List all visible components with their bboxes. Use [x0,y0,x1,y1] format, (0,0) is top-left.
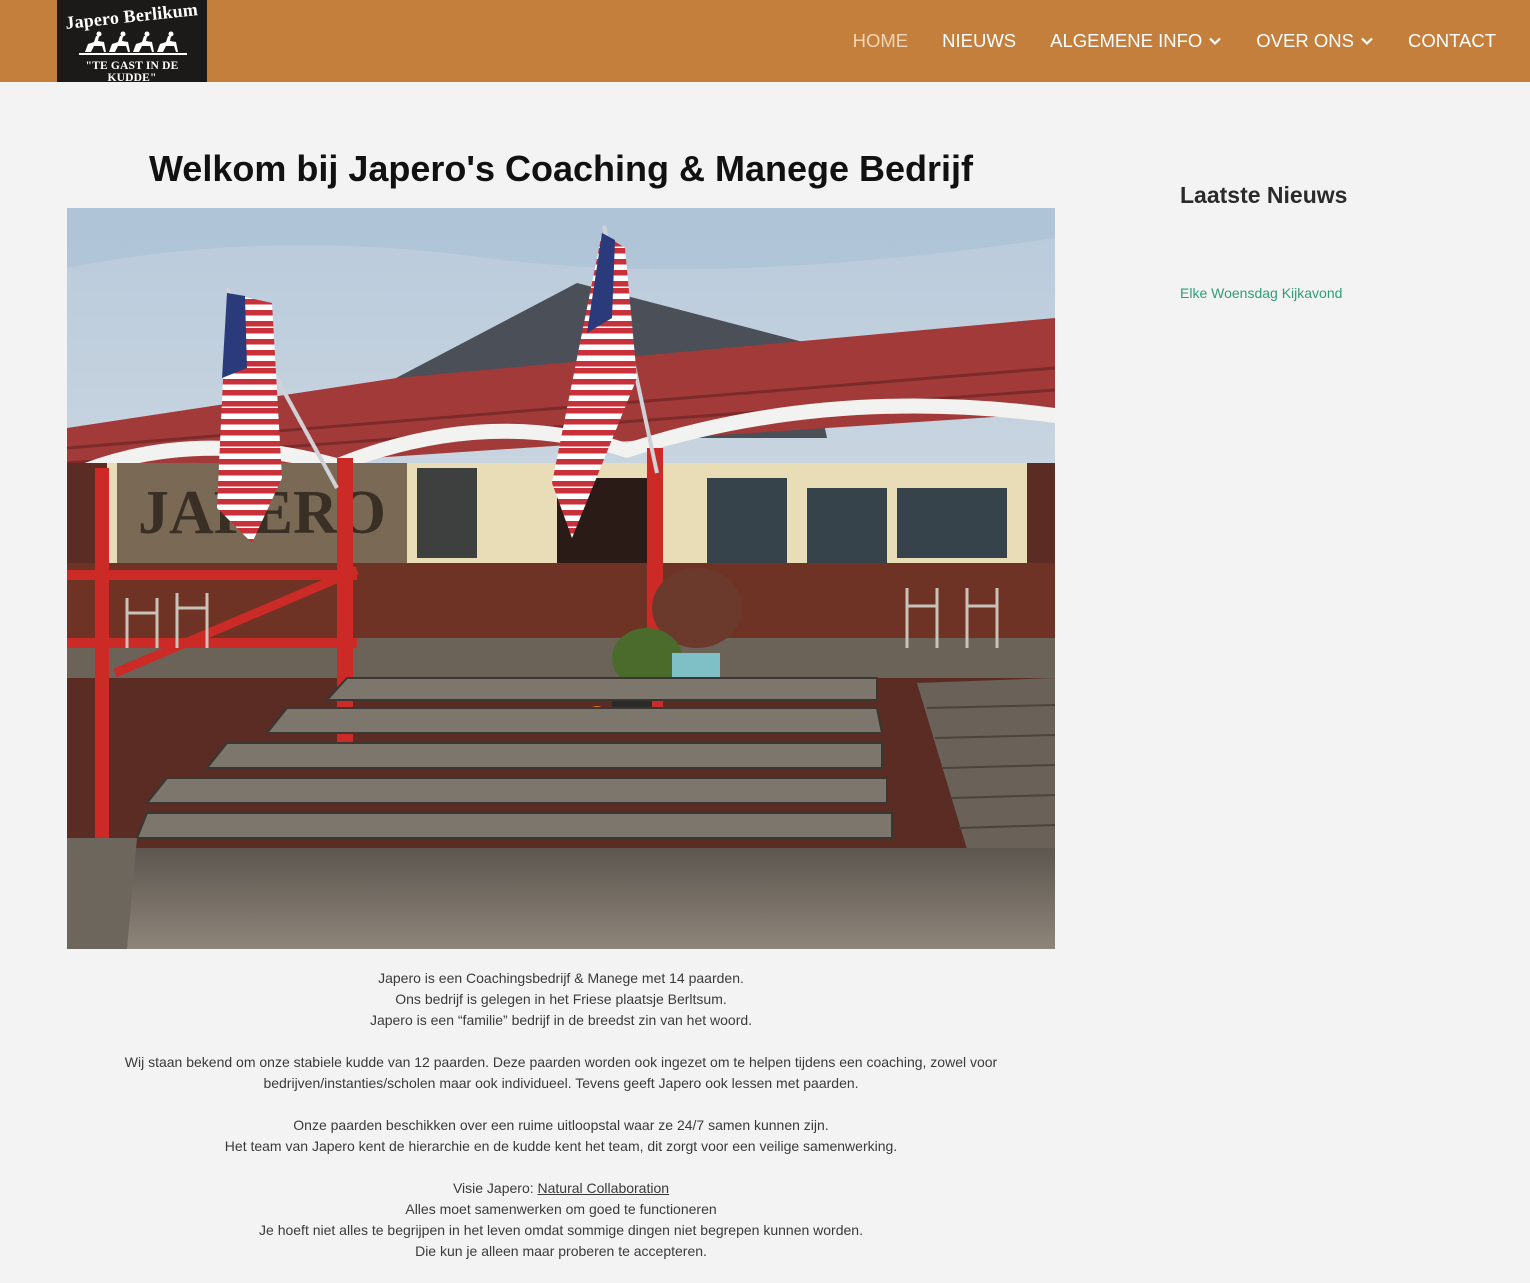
text-line: Alles moet samenwerken om goed te functi… [405,1201,717,1217]
nav-algemene-info-label: ALGEMENE INFO [1050,30,1203,51]
sidebar-heading: Laatste Nieuws [1180,182,1348,208]
intro-paragraph-2: Wij staan bekend om onze stabiele kudde … [67,1052,1055,1094]
hero-image: JAPERO [67,208,1055,949]
nav-over-ons-label: OVER ONS [1256,30,1354,51]
text-line: Japero is een Coachingsbedrijf & Manege … [378,970,744,986]
intro-paragraph-1: Japero is een Coachingsbedrijf & Manege … [67,968,1055,1031]
page-title: Welkom bij Japero's Coaching & Manege Be… [148,148,974,189]
text-line: Onze paarden beschikken over een ruime u… [293,1117,829,1133]
text-line: Het team van Japero kent de hierarchie e… [224,1138,898,1154]
text-line: Die kun je alleen maar proberen te accep… [415,1243,707,1259]
logo-title: Japero Berlikum [64,0,199,33]
nav-algemene-info[interactable]: ALGEMENE INFO [1050,30,1222,52]
intro-text: Japero is een Coachingsbedrijf & Manege … [67,968,1055,1283]
text-line: bedrijven/instanties/scholen maar ook in… [263,1075,859,1091]
news-link[interactable]: Elke Woensdag Kijkavond [1180,285,1480,301]
chevron-down-icon[interactable] [1360,34,1374,48]
text-line: Japero is een “familie” bedrijf in de br… [369,1012,753,1028]
logo-slogan: "TE GAST IN DE KUDDE" [85,60,179,82]
chevron-down-icon[interactable] [1208,34,1222,48]
vision-paragraph: Visie Japero: Natural Collaboration Alle… [67,1178,1055,1262]
nav-home-label: HOME [852,30,909,51]
nav-nieuws-label: NIEUWS [942,30,1017,51]
nav-contact[interactable]: CONTACT [1408,30,1496,52]
text-line: Je hoeft niet alles te begrijpen in het … [259,1222,863,1238]
text-line: Ons bedrijf is gelegen in het Friese pla… [395,991,727,1007]
vision-prefix: Visie Japero: [452,1180,538,1196]
natural-collaboration-link[interactable]: Natural Collaboration [538,1180,670,1196]
horses-logo-icon [79,31,187,55]
sidebar: Laatste Nieuws Elke Woensdag Kijkavond [1180,182,1480,301]
text-line: Wij staan bekend om onze stabiele kudde … [124,1054,998,1070]
nav-nieuws[interactable]: NIEUWS [942,30,1016,52]
main-nav: HOME NIEUWS ALGEMENE INFO OVER ONS CONTA… [819,0,1496,82]
nav-over-ons[interactable]: OVER ONS [1256,30,1374,52]
nav-home[interactable]: HOME [853,30,909,52]
nav-contact-label: CONTACT [1407,30,1496,51]
intro-paragraph-3: Onze paarden beschikken over een ruime u… [67,1115,1055,1157]
site-header: Japero Berlikum "TE GAST IN DE KUDDE" HO… [0,0,1530,82]
site-logo[interactable]: Japero Berlikum "TE GAST IN DE KUDDE" [57,0,207,82]
